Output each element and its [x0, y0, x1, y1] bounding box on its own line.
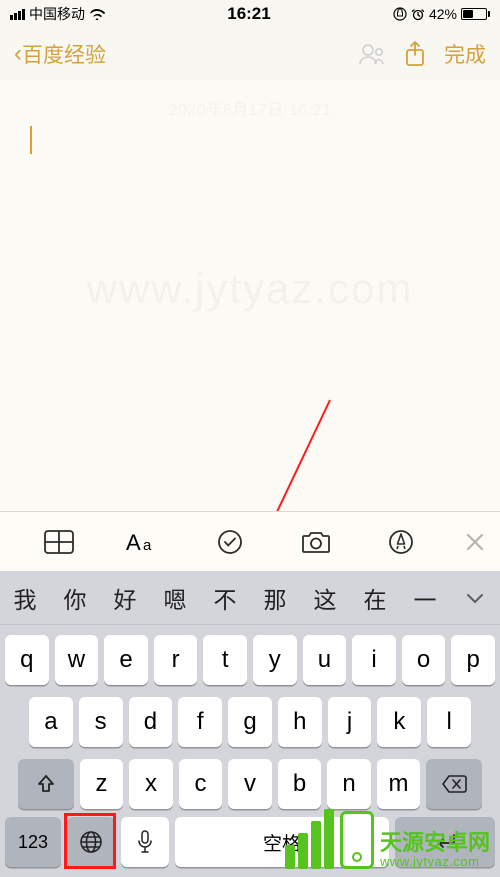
key-row-3: z x c v b n m: [5, 759, 495, 809]
status-time: 16:21: [227, 4, 270, 24]
candidate[interactable]: 好: [100, 581, 150, 615]
share-button[interactable]: [404, 40, 426, 68]
source-badge: 天源安卓网 www.jytyaz.com: [275, 803, 500, 877]
key-n[interactable]: n: [327, 759, 371, 809]
table-button[interactable]: [16, 530, 102, 554]
signal-icon: [10, 9, 25, 20]
note-timestamp: 2020年6月17日 16:21: [30, 90, 470, 120]
done-button[interactable]: 完成: [444, 39, 486, 69]
key-z[interactable]: z: [80, 759, 124, 809]
key-u[interactable]: u: [303, 635, 347, 685]
markup-button[interactable]: [358, 529, 444, 555]
textstyle-button[interactable]: Aa: [102, 530, 188, 554]
battery-pct-label: 42%: [429, 6, 457, 22]
back-label: 百度经验: [22, 39, 106, 69]
key-d[interactable]: d: [129, 697, 173, 747]
candidate[interactable]: 嗯: [150, 581, 200, 615]
candidate[interactable]: 在: [350, 581, 400, 615]
candidate[interactable]: 这: [300, 581, 350, 615]
alarm-icon: [411, 7, 425, 21]
shift-key[interactable]: [18, 759, 74, 809]
chevron-left-icon: ‹: [14, 42, 22, 66]
key-s[interactable]: s: [79, 697, 123, 747]
key-x[interactable]: x: [129, 759, 173, 809]
annotation-arrow: [0, 80, 500, 511]
format-toolbar: Aa: [0, 511, 500, 571]
key-e[interactable]: e: [104, 635, 148, 685]
back-button[interactable]: ‹ 百度经验: [14, 39, 106, 69]
watermark-text: www.jytyaz.com: [0, 265, 500, 313]
key-c[interactable]: c: [179, 759, 223, 809]
backspace-key[interactable]: [426, 759, 482, 809]
camera-button[interactable]: [273, 530, 359, 554]
key-f[interactable]: f: [178, 697, 222, 747]
key-row-1: q w e r t y u i o p: [5, 635, 495, 685]
key-r[interactable]: r: [154, 635, 198, 685]
status-left: 中国移动: [10, 4, 105, 24]
wifi-icon: [89, 8, 105, 20]
checklist-button[interactable]: [187, 529, 273, 555]
numeric-key[interactable]: 123: [5, 817, 61, 867]
key-l[interactable]: l: [427, 697, 471, 747]
key-p[interactable]: p: [451, 635, 495, 685]
candidate-expand[interactable]: [450, 592, 500, 604]
key-v[interactable]: v: [228, 759, 272, 809]
candidate[interactable]: 我: [0, 581, 50, 615]
text-cursor: [30, 126, 32, 154]
key-q[interactable]: q: [5, 635, 49, 685]
badge-title: 天源安卓网: [380, 831, 490, 855]
note-editor[interactable]: 2020年6月17日 16:21 www.jytyaz.com: [0, 80, 500, 511]
badge-bars-icon: [285, 809, 334, 869]
candidate[interactable]: 不: [200, 581, 250, 615]
key-i[interactable]: i: [352, 635, 396, 685]
candidate-bar: 我 你 好 嗯 不 那 这 在 一: [0, 571, 500, 625]
close-toolbar-button[interactable]: [444, 533, 484, 551]
key-y[interactable]: y: [253, 635, 297, 685]
candidate[interactable]: 你: [50, 581, 100, 615]
key-g[interactable]: g: [228, 697, 272, 747]
key-j[interactable]: j: [328, 697, 372, 747]
carrier-label: 中国移动: [29, 4, 85, 24]
nav-bar: ‹ 百度经验 完成: [0, 28, 500, 80]
key-w[interactable]: w: [55, 635, 99, 685]
phone-icon: [340, 811, 374, 869]
status-bar: 中国移动 16:21 42%: [0, 0, 500, 28]
key-b[interactable]: b: [278, 759, 322, 809]
candidate[interactable]: 一: [400, 581, 450, 615]
status-right: 42%: [393, 6, 490, 22]
badge-url: www.jytyaz.com: [380, 855, 479, 869]
orientation-lock-icon: [393, 7, 407, 21]
key-m[interactable]: m: [377, 759, 421, 809]
battery-icon: [461, 8, 490, 20]
key-row-2: a s d f g h j k l: [5, 697, 495, 747]
globe-key[interactable]: [67, 817, 115, 867]
svg-text:A: A: [126, 530, 141, 554]
candidate[interactable]: 那: [250, 581, 300, 615]
dictation-key[interactable]: [121, 817, 169, 867]
collaborator-icon[interactable]: [358, 42, 386, 66]
key-t[interactable]: t: [203, 635, 247, 685]
key-h[interactable]: h: [278, 697, 322, 747]
key-a[interactable]: a: [29, 697, 73, 747]
svg-text:a: a: [143, 537, 152, 554]
key-k[interactable]: k: [377, 697, 421, 747]
key-o[interactable]: o: [402, 635, 446, 685]
